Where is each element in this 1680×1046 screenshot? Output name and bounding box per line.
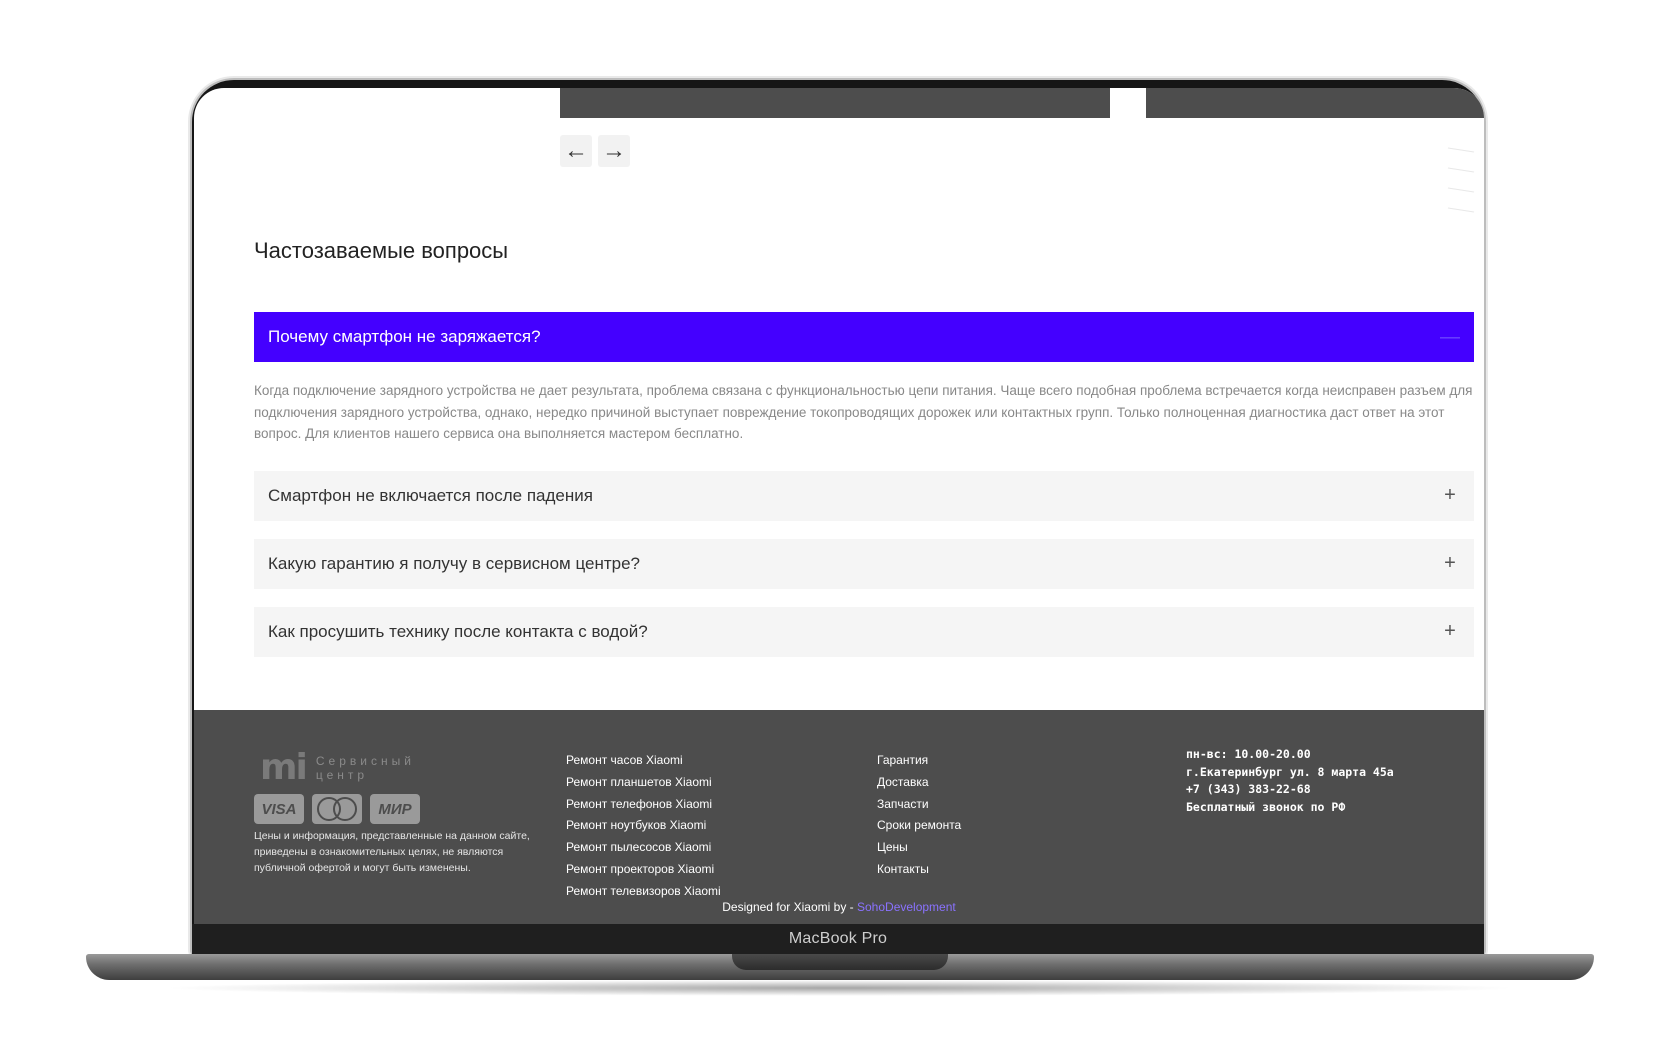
mastercard-icon: [312, 794, 362, 824]
slider-nav: ← →: [560, 135, 630, 167]
working-hours: пн-вс: 10.00-20.00: [1186, 747, 1311, 761]
arrow-right-icon: →: [602, 137, 626, 164]
top-banner-left: [560, 88, 1110, 118]
laptop-chin: MacBook Pro: [192, 924, 1484, 954]
top-banner-right: [1146, 88, 1484, 118]
faq-question-4[interactable]: Как просушить технику после контакта с в…: [254, 606, 1474, 657]
faq-item: Почему смартфон не заряжается? — Когда п…: [254, 312, 1474, 453]
phone-link[interactable]: +7 (343) 383-22-68: [1186, 781, 1394, 799]
payment-icons: VISA МИР: [254, 794, 420, 824]
footer-links: Гарантия Доставка Запчасти Сроки ремонта…: [877, 750, 961, 881]
browser-viewport: ← → Частозаваемые вопросы Почему смартфо…: [194, 88, 1484, 924]
footer-link-service[interactable]: Ремонт проекторов Xiaomi: [566, 859, 721, 881]
faq-question-1[interactable]: Почему смартфон не заряжается? —: [254, 312, 1474, 362]
footer-link-contacts[interactable]: Контакты: [877, 859, 961, 881]
laptop-shadow: [160, 980, 1520, 996]
faq-answer-1: Когда подключение зарядного устройства н…: [254, 383, 1473, 441]
faq-title: Частозаваемые вопросы: [254, 238, 509, 263]
developer-link[interactable]: SohoDevelopment: [857, 900, 956, 914]
footer-credit: Designed for Xiaomi by - SohoDevelopment: [722, 900, 956, 914]
footer-link-service[interactable]: Ремонт часов Xiaomi: [566, 750, 721, 772]
faq-question-3[interactable]: Какую гарантию я получу в сервисном цент…: [254, 538, 1474, 589]
address: г.Екатеринбург ул. 8 марта 45а: [1186, 764, 1394, 779]
faq-question-text: Смартфон не включается после падения: [268, 485, 593, 505]
mi-logo-icon: mi: [260, 747, 308, 788]
minus-icon: —: [1440, 325, 1460, 348]
faq-item: Смартфон не включается после падения +: [254, 470, 1474, 521]
footer-link-service[interactable]: Ремонт планшетов Xiaomi: [566, 772, 721, 794]
footer-disclaimer: Цены и информация, представленные на дан…: [254, 830, 530, 874]
faq-question-2[interactable]: Смартфон не включается после падения +: [254, 470, 1474, 521]
footer-logo[interactable]: mi Сервисный центр: [260, 750, 415, 786]
visa-icon: VISA: [254, 794, 304, 824]
prev-button[interactable]: ←: [560, 135, 592, 167]
faq-item: Как просушить технику после контакта с в…: [254, 606, 1474, 657]
footer-link-service[interactable]: Ремонт пылесосов Xiaomi: [566, 837, 721, 859]
faq-question-text: Какую гарантию я получу в сервисном цент…: [268, 553, 640, 573]
device-label: MacBook Pro: [788, 930, 888, 947]
plus-icon: +: [1444, 484, 1456, 506]
logo-caption: Сервисный центр: [315, 754, 415, 782]
mir-icon: МИР: [370, 794, 420, 824]
faq-item: Какую гарантию я получу в сервисном цент…: [254, 538, 1474, 589]
footer-services: Ремонт часов Xiaomi Ремонт планшетов Xia…: [566, 750, 721, 903]
free-call-note: Бесплатный звонок по РФ: [1186, 799, 1346, 814]
laptop-notch: [732, 954, 948, 970]
next-button[interactable]: →: [598, 135, 630, 167]
plus-icon: +: [1444, 552, 1456, 574]
footer-link-warranty[interactable]: Гарантия: [877, 750, 961, 772]
plus-icon: +: [1444, 620, 1456, 642]
faq-list: Почему смартфон не заряжается? — Когда п…: [254, 312, 1474, 675]
footer-link-delivery[interactable]: Доставка: [877, 772, 961, 794]
footer-link-terms[interactable]: Сроки ремонта: [877, 815, 961, 837]
faq-question-text: Почему смартфон не заряжается?: [268, 327, 541, 346]
footer-link-service[interactable]: Ремонт телефонов Xiaomi: [566, 794, 721, 816]
site-footer: mi Сервисный центр VISA МИР Цены и инфор…: [194, 710, 1484, 924]
footer-link-parts[interactable]: Запчасти: [877, 794, 961, 816]
decor-lines: [1447, 147, 1475, 213]
footer-contacts: пн-вс: 10.00-20.00 г.Екатеринбург ул. 8 …: [1186, 746, 1394, 816]
footer-link-prices[interactable]: Цены: [877, 837, 961, 859]
arrow-left-icon: ←: [564, 137, 588, 164]
faq-question-text: Как просушить технику после контакта с в…: [268, 621, 648, 641]
footer-link-service[interactable]: Ремонт ноутбуков Xiaomi: [566, 815, 721, 837]
